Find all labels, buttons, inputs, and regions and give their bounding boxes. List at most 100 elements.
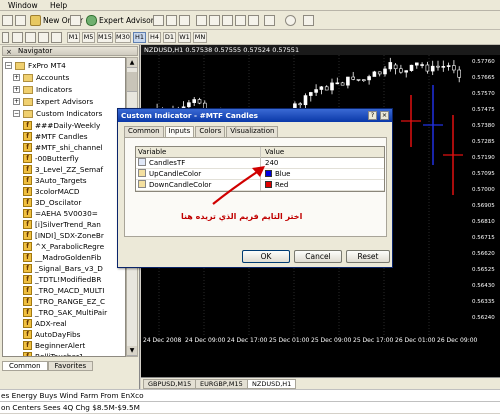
timeframe-h1[interactable]: H1 — [133, 32, 146, 43]
expand-icon[interactable]: + — [13, 86, 20, 93]
custom-indicator-item[interactable]: f ^X_ParabolicRegre — [23, 241, 104, 252]
help-icon[interactable]: ? — [368, 111, 377, 120]
new-chart-icon[interactable] — [2, 15, 13, 26]
add-indicator-icon[interactable] — [264, 15, 275, 26]
custom-indicator-item[interactable]: f 3_Level_ZZ_Semaf — [23, 164, 103, 175]
custom-indicator-item[interactable]: f _TRO_RANGE_EZ_C — [23, 296, 105, 307]
custom-indicator-item[interactable]: f _Signal_Bars_v3_D — [23, 263, 103, 274]
custom-indicator-item[interactable]: f _TRO_MACD_MULTI — [23, 285, 104, 296]
expert-advisors-icon — [86, 14, 97, 26]
ok-button[interactable]: OK — [242, 250, 290, 263]
custom-indicator-item[interactable]: f BolliToucher1 — [23, 351, 84, 356]
value-cell[interactable]: Red — [260, 180, 380, 191]
custom-indicator-item[interactable]: f BeginnerAlert — [23, 340, 85, 351]
custom-indicator-item[interactable]: f _TRO_SAK_MultiPair — [23, 307, 107, 318]
zoom-in-icon[interactable] — [196, 15, 207, 26]
column-value[interactable]: Value — [260, 147, 380, 158]
expert-advisors-button[interactable]: Expert Advisors — [84, 13, 160, 27]
custom-indicator-item[interactable]: f ###Daily-Weekly — [23, 120, 100, 131]
timeframe-m1[interactable]: M1 — [67, 32, 80, 43]
price-tick-label: 0.57285 — [472, 139, 495, 145]
timeframe-d1[interactable]: D1 — [163, 32, 176, 43]
candle-body — [425, 64, 430, 72]
templates-icon[interactable] — [303, 15, 314, 26]
expand-icon[interactable]: + — [13, 98, 20, 105]
scroll-up-icon[interactable]: ▲ — [127, 58, 137, 68]
bar-chart-icon[interactable] — [153, 15, 164, 26]
autoscroll-icon[interactable] — [235, 15, 246, 26]
timeframe-m5[interactable]: M5 — [82, 32, 95, 43]
custom-indicator-item[interactable]: f ADX-real — [23, 318, 67, 329]
navigator-tree: − FxPro MT4 + Accounts + Indicators + Ex… — [2, 57, 126, 357]
trendline-icon[interactable] — [51, 32, 62, 43]
menu-help[interactable]: Help — [46, 0, 71, 11]
reset-button[interactable]: Reset — [346, 250, 390, 263]
custom-indicator-label: _TRO_RANGE_EZ_C — [35, 297, 106, 306]
tile-windows-icon[interactable] — [222, 15, 233, 26]
tab-common[interactable]: Common — [2, 361, 48, 371]
custom-indicator-item[interactable]: f 3Auto_Targets — [23, 175, 87, 186]
tab-colors[interactable]: Colors — [195, 126, 226, 137]
chart-tab-nzdusd[interactable]: NZDUSD,H1 — [247, 379, 297, 389]
tab-visualization[interactable]: Visualization — [226, 126, 279, 137]
timeframe-mn[interactable]: MN — [193, 32, 207, 43]
close-icon[interactable]: × — [6, 48, 12, 56]
candle-body — [372, 71, 377, 77]
custom-indicator-item[interactable]: f AutoDayFibs — [23, 329, 80, 340]
custom-indicator-item[interactable]: f 3colorMACD — [23, 186, 79, 197]
timeframe-m15[interactable]: M15 — [97, 32, 113, 43]
metaeditor-icon[interactable] — [70, 15, 81, 26]
scroll-thumb[interactable] — [127, 72, 137, 92]
chart-tab-eurgbp[interactable]: EURGBP,M15 — [195, 379, 248, 389]
news-item[interactable]: on Centers Sees 4Q Chg $8.5M-$9.5M — [0, 401, 500, 413]
custom-indicator-item[interactable]: f #MTF_shi_channel — [23, 142, 103, 153]
timeframe-h4[interactable]: H4 — [148, 32, 161, 43]
expert-advisors-label: Expert Advisors — [99, 15, 158, 25]
chart-shift-icon[interactable] — [248, 15, 259, 26]
custom-indicator-item[interactable]: f -00Butterfly — [23, 153, 79, 164]
candle-body — [430, 65, 435, 72]
indicator-icon: f — [23, 121, 32, 130]
candle-chart-icon[interactable] — [166, 15, 177, 26]
cursor-icon[interactable] — [2, 32, 9, 43]
tree-item-expert-advisors[interactable]: + Expert Advisors — [13, 96, 93, 107]
crosshair-icon[interactable] — [12, 32, 23, 43]
value-cell[interactable]: Blue — [260, 169, 380, 180]
tab-favorites[interactable]: Favorites — [47, 361, 94, 371]
tree-item-accounts[interactable]: + Accounts — [13, 72, 69, 83]
close-icon[interactable]: × — [380, 111, 389, 120]
custom-indicator-item[interactable]: f 3D_Oscilator — [23, 197, 81, 208]
line-chart-icon[interactable] — [179, 15, 190, 26]
chart-tab-gbpusd[interactable]: GBPUSD,M15 — [143, 379, 197, 389]
value-cell[interactable]: 240 — [260, 158, 380, 169]
tree-item-custom-indicators[interactable]: − Custom Indicators — [13, 108, 102, 119]
custom-indicator-item[interactable]: f [INDI]_SDX-ZoneBr — [23, 230, 104, 241]
timeframe-m30[interactable]: M30 — [115, 32, 131, 43]
folder-icon — [23, 109, 33, 118]
profiles-icon[interactable] — [15, 15, 26, 26]
custom-indicator-item[interactable]: f [i]SilverTrend_Ran — [23, 219, 101, 230]
price-tick-label: 0.57665 — [472, 75, 495, 81]
custom-indicator-item[interactable]: f #MTF Candles — [23, 131, 88, 142]
expand-icon[interactable]: + — [13, 74, 20, 81]
custom-indicator-item[interactable]: f __MadroGoldenFib — [23, 252, 101, 263]
collapse-icon[interactable]: − — [5, 62, 12, 69]
column-variable[interactable]: Variable — [138, 147, 258, 158]
tab-common[interactable]: Common — [124, 126, 164, 137]
horizontal-line-icon[interactable] — [38, 32, 49, 43]
tree-item-indicators[interactable]: + Indicators — [13, 84, 72, 95]
timeframe-w1[interactable]: W1 — [178, 32, 191, 43]
news-item[interactable]: es Energy Buys Wind Farm From EnXco — [0, 389, 500, 401]
tree-root[interactable]: − FxPro MT4 — [5, 60, 66, 71]
cancel-button[interactable]: Cancel — [294, 250, 342, 263]
zoom-out-icon[interactable] — [209, 15, 220, 26]
navigator-titlebar: × Navigator — [2, 46, 138, 56]
collapse-icon[interactable]: − — [13, 110, 20, 117]
menu-window[interactable]: Window — [4, 0, 42, 11]
scroll-down-icon[interactable]: ▼ — [127, 346, 137, 356]
custom-indicator-label: -00Butterfly — [35, 154, 79, 163]
custom-indicator-item[interactable]: f _TDTL!ModifiedBR — [23, 274, 101, 285]
custom-indicator-item[interactable]: f =AEHA 5V0030= — [23, 208, 98, 219]
periods-icon[interactable] — [285, 15, 296, 26]
vertical-line-icon[interactable] — [25, 32, 36, 43]
